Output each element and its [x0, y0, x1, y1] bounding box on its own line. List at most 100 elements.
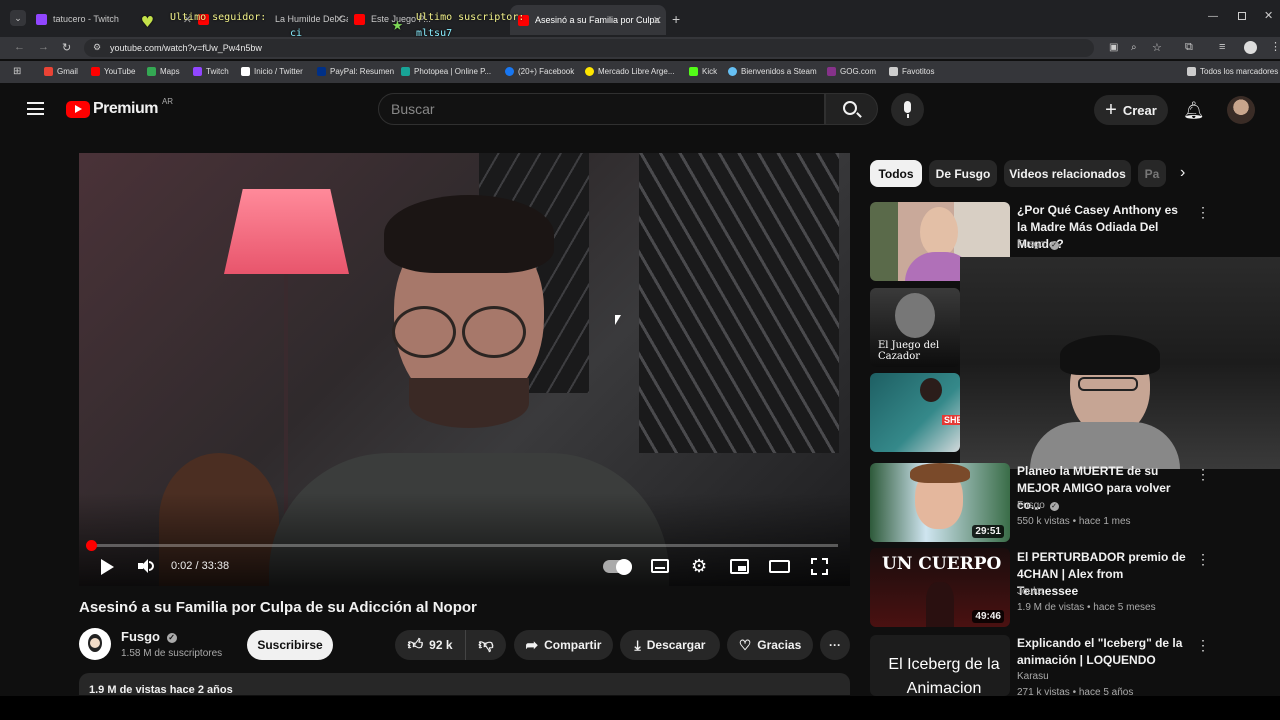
- media-icon[interactable]: ≡: [1219, 41, 1225, 53]
- folder-icon: [1187, 67, 1196, 76]
- gmail-icon: [44, 67, 53, 76]
- youtube-icon: [354, 13, 365, 25]
- avatar[interactable]: [1227, 96, 1255, 124]
- minimize-button[interactable]: —: [1208, 11, 1218, 22]
- bookmark-kick[interactable]: Kick: [689, 67, 717, 76]
- bookmark-paypal[interactable]: PayPal: Resumen: [317, 67, 394, 76]
- description-box[interactable]: 1.9 M de vistas hace 2 años: [79, 673, 850, 696]
- related-title[interactable]: Explicando el "Iceberg" de la animación …: [1017, 635, 1187, 669]
- bookmark-facebook[interactable]: (20+) Facebook: [505, 67, 574, 76]
- video-player[interactable]: [79, 153, 850, 586]
- related-thumbnail[interactable]: El Iceberg de la Animacion: [870, 635, 1010, 696]
- chip-more[interactable]: Pa: [1138, 160, 1166, 187]
- site-info-icon[interactable]: ⚙: [93, 42, 101, 53]
- tab-list-button[interactable]: ⌄: [10, 10, 26, 26]
- bookmark-twitch[interactable]: Twitch: [193, 67, 229, 76]
- host-hair: [384, 195, 554, 273]
- more-vertical-icon[interactable]: ⋮: [1196, 466, 1210, 483]
- more-vertical-icon[interactable]: ⋮: [1196, 637, 1210, 654]
- youtube-logo[interactable]: Premium AR: [66, 97, 173, 118]
- tab-youtube-active[interactable]: Asesinó a su Familia por Culpa ✕: [510, 5, 666, 35]
- chip-videos-relacionados[interactable]: Videos relacionados: [1004, 160, 1131, 187]
- theater-mode-button[interactable]: [769, 560, 790, 573]
- forward-icon[interactable]: →: [38, 41, 49, 53]
- settings-icon[interactable]: ⚙: [691, 556, 707, 577]
- glasses-right: [462, 306, 526, 358]
- reload-icon[interactable]: ↻: [62, 41, 71, 54]
- bookmark-folder-favoritos[interactable]: Favotitos: [889, 67, 934, 76]
- close-icon[interactable]: ✕: [335, 13, 344, 26]
- zoom-icon[interactable]: ⌕: [1131, 42, 1137, 53]
- bookmark-steam[interactable]: Bienvenidos a Steam: [728, 67, 817, 76]
- autoplay-toggle[interactable]: [603, 559, 632, 575]
- related-thumbnail[interactable]: SHE: [870, 373, 960, 452]
- scrubber-handle[interactable]: [85, 540, 97, 551]
- bookmark-mercadolibre[interactable]: Mercado Libre Arge...: [585, 67, 674, 76]
- url-field[interactable]: ⚙ youtube.com/watch?v=fUw_Pw4n5bw ▣ ⌕ ☆: [84, 39, 1162, 57]
- related-thumbnail[interactable]: UN CUERPO 49:46: [870, 548, 1010, 627]
- subtitles-button[interactable]: [651, 559, 669, 573]
- search-button[interactable]: [825, 93, 878, 125]
- share-button[interactable]: ➦ Compartir: [514, 630, 613, 660]
- notifications-icon[interactable]: 🔔︎: [1183, 101, 1205, 121]
- video-duration: 49:46: [972, 610, 1004, 623]
- chip-todos[interactable]: Todos: [870, 160, 922, 187]
- all-bookmarks[interactable]: Todos los marcadores: [1187, 67, 1278, 76]
- miniplayer-button[interactable]: [730, 559, 749, 574]
- bookmark-gmail[interactable]: Gmail: [44, 67, 78, 76]
- photopea-icon: [401, 67, 410, 76]
- bookmark-maps[interactable]: Maps: [147, 67, 180, 76]
- subscribe-button[interactable]: Suscribirse: [247, 630, 333, 660]
- maximize-button[interactable]: [1238, 12, 1246, 20]
- related-channel[interactable]: Fusgo ✓: [1017, 239, 1059, 250]
- wall-panel: [639, 153, 839, 453]
- related-thumbnail[interactable]: El Juego del Cazador: [870, 288, 960, 367]
- thumbnail-text: SHE: [942, 415, 960, 425]
- back-icon[interactable]: ←: [14, 41, 25, 53]
- more-vertical-icon[interactable]: ⋮: [1196, 204, 1210, 221]
- play-button[interactable]: [101, 557, 114, 575]
- search-input[interactable]: Buscar: [378, 93, 825, 125]
- bookmark-photopea[interactable]: Photopea | Online P...: [401, 67, 491, 76]
- twitch-icon: [193, 67, 202, 76]
- new-tab-button[interactable]: +: [672, 11, 680, 27]
- related-channel[interactable]: Karasu: [1017, 671, 1049, 682]
- views-and-date: 1.9 M de vistas hace 2 años: [89, 684, 233, 696]
- more-vertical-icon[interactable]: ⋮: [1196, 551, 1210, 568]
- profile-icon[interactable]: [1244, 41, 1257, 54]
- bookmark-gog[interactable]: GOG.com: [827, 67, 876, 76]
- close-icon[interactable]: ✕: [653, 14, 662, 27]
- create-button[interactable]: + Crear: [1094, 95, 1168, 125]
- bookmark-star-icon[interactable]: ☆: [1152, 41, 1162, 54]
- chevron-right-icon[interactable]: ›: [1180, 164, 1185, 182]
- progress-bar[interactable]: [85, 540, 838, 551]
- close-window-button[interactable]: ✕: [1264, 9, 1273, 22]
- download-button[interactable]: ⤓ Descargar: [620, 630, 720, 660]
- channel-name[interactable]: Fusgo ✓: [121, 629, 177, 644]
- browser-menu-icon[interactable]: ⋮: [1270, 40, 1280, 53]
- url-text: youtube.com/watch?v=fUw_Pw4n5bw: [110, 43, 262, 53]
- time-display: 0:02 / 33:38: [171, 560, 230, 572]
- tab-label: Asesinó a su Familia por Culpa: [535, 15, 660, 25]
- cast-icon[interactable]: ▣: [1109, 42, 1118, 53]
- related-channel[interactable]: Jouka: [1017, 586, 1044, 597]
- more-actions-button[interactable]: ···: [820, 630, 850, 660]
- plus-icon: +: [1105, 99, 1117, 121]
- fullscreen-button[interactable]: [811, 558, 828, 575]
- apps-icon[interactable]: ⊞: [13, 66, 21, 77]
- chip-de-fusgo[interactable]: De Fusgo: [929, 160, 997, 187]
- paypal-icon: [317, 67, 326, 76]
- volume-button[interactable]: [138, 558, 154, 574]
- like-button[interactable]: 👍︎ 92 k: [395, 630, 466, 660]
- related-channel[interactable]: Fusgo ✓: [1017, 500, 1059, 511]
- dislike-button[interactable]: 👎︎: [466, 630, 506, 660]
- hamburger-menu-icon[interactable]: [27, 102, 44, 115]
- thanks-button[interactable]: ♡ Gracias: [727, 630, 813, 660]
- channel-avatar[interactable]: [79, 628, 111, 660]
- gog-icon: [827, 67, 836, 76]
- bookmark-twitter[interactable]: Inicio / Twitter: [241, 67, 303, 76]
- extensions-icon[interactable]: ⧉: [1185, 41, 1193, 54]
- related-thumbnail[interactable]: 29:51: [870, 463, 1010, 542]
- bookmark-youtube[interactable]: YouTube: [91, 67, 135, 76]
- voice-search-button[interactable]: [891, 93, 924, 126]
